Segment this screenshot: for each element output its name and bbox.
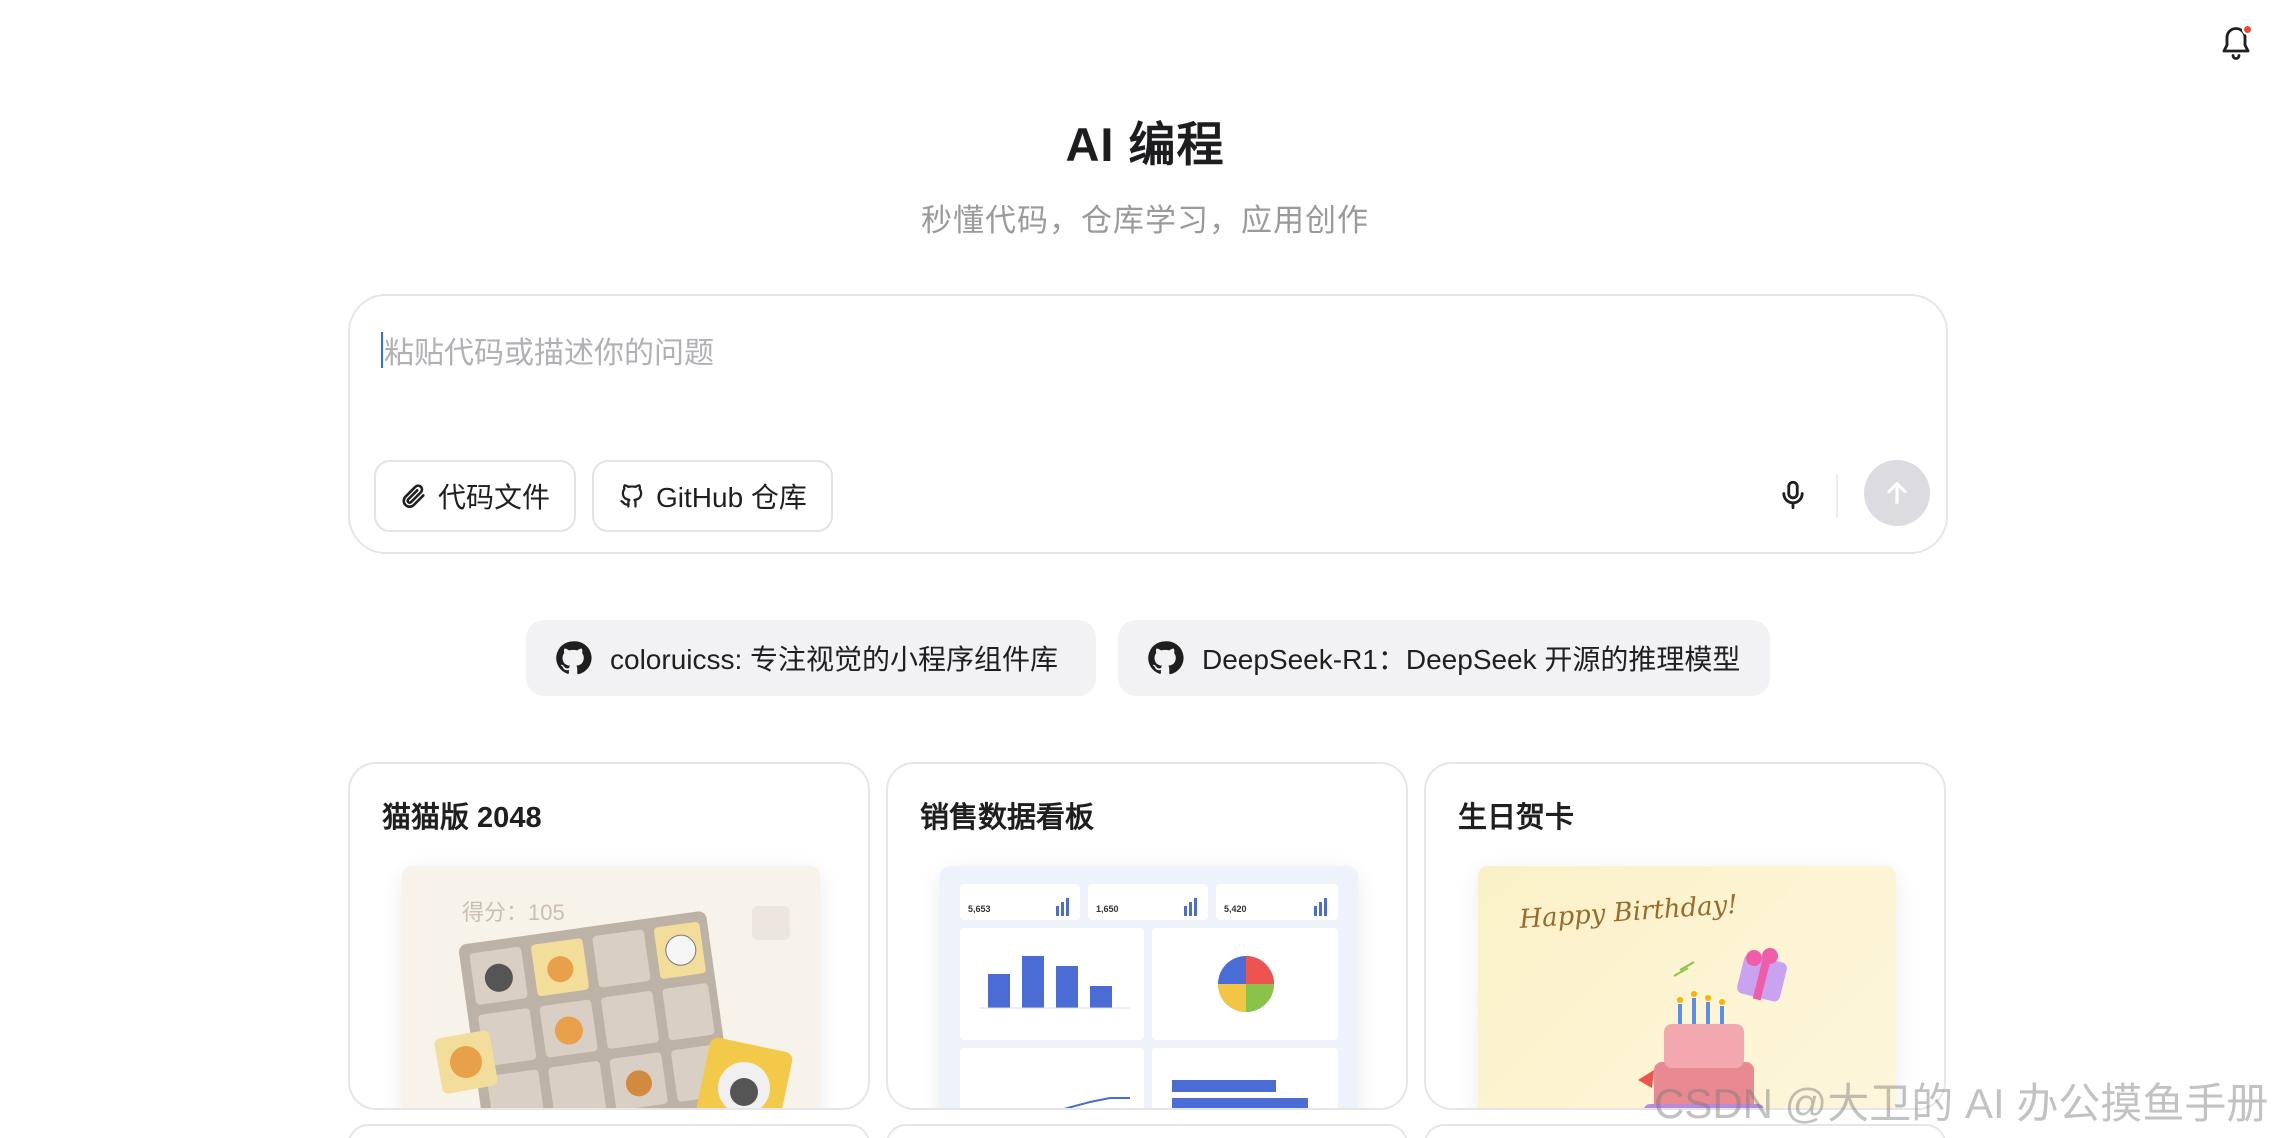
- card-preview-dashboard: 5,653 1,650 5,420: [940, 866, 1358, 1108]
- repo-suggestion-label: coloruicss: 专注视觉的小程序组件库: [610, 644, 1059, 675]
- code-file-label: 代码文件: [438, 482, 551, 513]
- example-card-birthday[interactable]: 生日贺卡 Happy Birthday!: [1424, 762, 1946, 1110]
- github-icon: [620, 484, 643, 508]
- example-card-cat-2048[interactable]: 猫猫版 2048 得分：105: [348, 762, 870, 1110]
- github-repo-button[interactable]: GitHub 仓库: [592, 460, 833, 532]
- card-title: 猫猫版 2048: [382, 802, 542, 834]
- stat-value: 5,420: [1224, 904, 1247, 914]
- example-card-row2[interactable]: [886, 1124, 1408, 1138]
- example-card-sales-dashboard[interactable]: 销售数据看板 5,653 1,650 5,420: [886, 762, 1408, 1110]
- repo-suggestion-label: DeepSeek-R1：DeepSeek 开源的推理模型: [1202, 644, 1741, 675]
- github-icon: [556, 641, 592, 675]
- send-button[interactable]: [1864, 460, 1930, 526]
- example-card-row2[interactable]: [348, 1124, 870, 1138]
- watermark: CSDN @大卫的 AI 办公摸鱼手册: [1654, 1080, 2269, 1127]
- repo-suggestion-deepseek[interactable]: DeepSeek-R1：DeepSeek 开源的推理模型: [1118, 620, 1770, 696]
- composer-divider: [1836, 474, 1838, 518]
- birthday-greeting: Happy Birthday!: [1517, 890, 1738, 935]
- page-title: AI 编程: [1065, 118, 1225, 171]
- text-caret: [381, 332, 383, 368]
- card-title: 生日贺卡: [1458, 802, 1575, 834]
- arrow-up-icon: [1887, 482, 1907, 504]
- notification-dot: [2242, 24, 2253, 35]
- repo-suggestion-coloruicss[interactable]: coloruicss: 专注视觉的小程序组件库: [526, 620, 1096, 696]
- game-score-label: 得分：105: [462, 900, 565, 925]
- card-title: 销售数据看板: [920, 802, 1095, 834]
- github-icon: [1148, 641, 1184, 675]
- stat-value: 5,653: [968, 904, 991, 914]
- github-repo-label: GitHub 仓库: [656, 482, 807, 513]
- card-preview-2048: 得分：105: [402, 866, 820, 1108]
- stat-value: 1,650: [1096, 904, 1119, 914]
- page-subtitle: 秒懂代码，仓库学习，应用创作: [921, 203, 1369, 238]
- paperclip-icon: [402, 484, 425, 508]
- prompt-input[interactable]: 粘贴代码或描述你的问题: [380, 328, 1880, 372]
- prompt-composer: 粘贴代码或描述你的问题 代码文件 GitHub 仓库: [348, 294, 1948, 554]
- microphone-icon[interactable]: [1770, 472, 1816, 518]
- code-file-button[interactable]: 代码文件: [374, 460, 577, 532]
